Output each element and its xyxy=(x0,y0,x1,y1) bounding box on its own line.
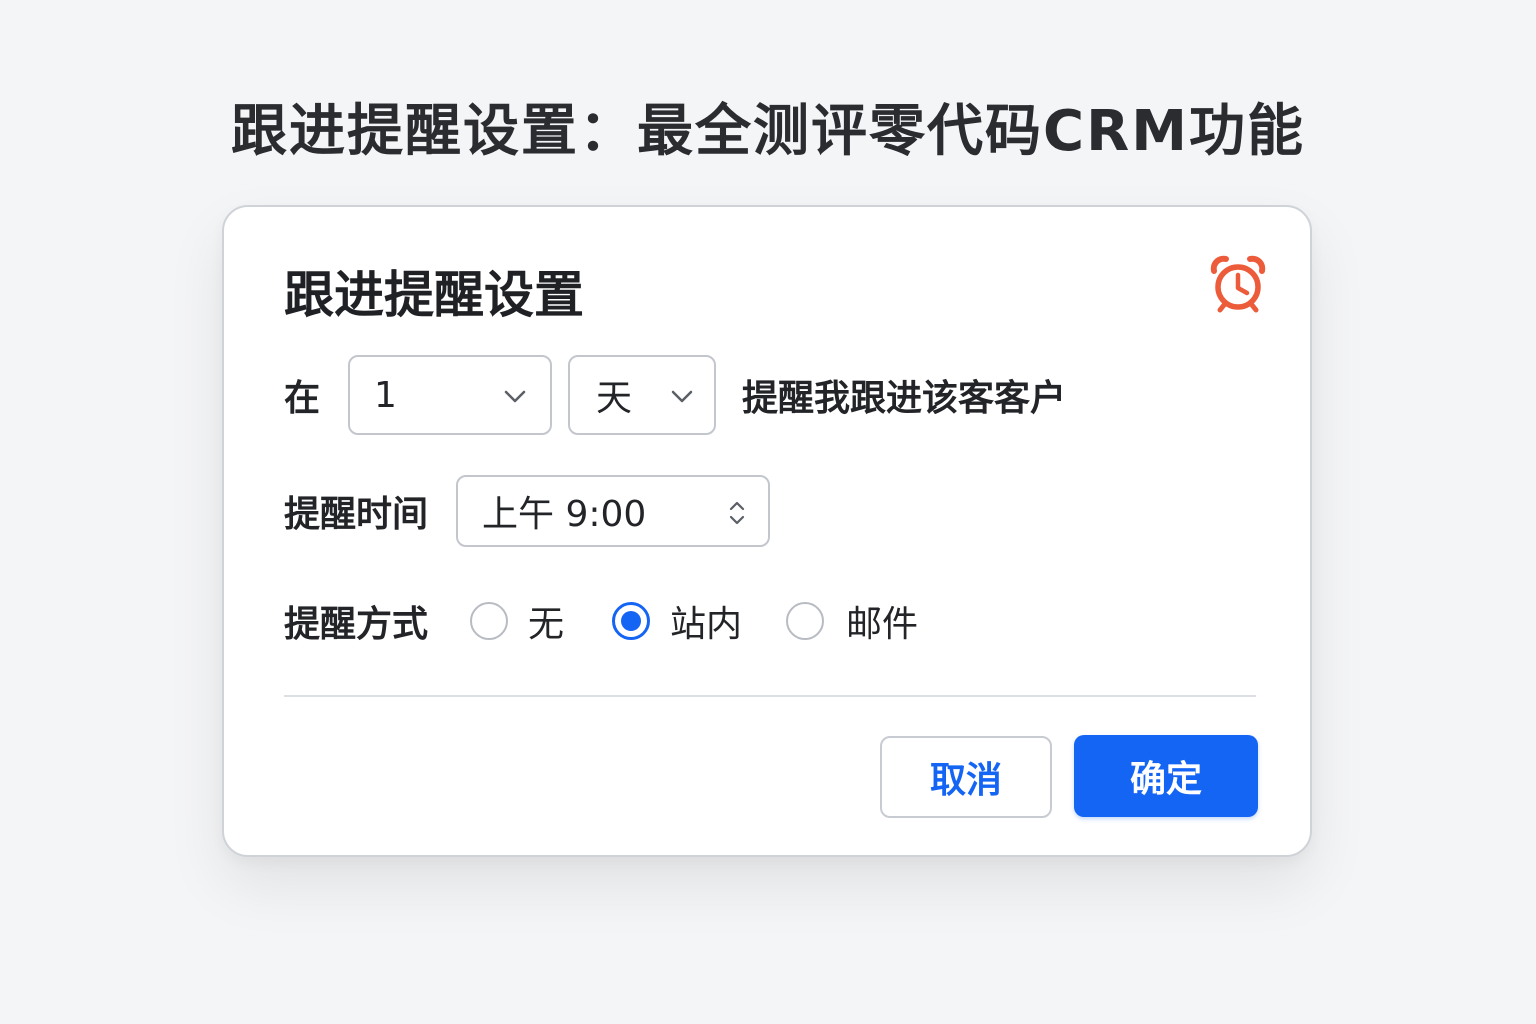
reminder-method-label: 提醒方式 xyxy=(284,604,429,645)
schedule-prefix: 在 xyxy=(284,378,321,419)
reminder-time-row: 提醒时间 上午 9:00 xyxy=(284,475,771,547)
radio-in-app[interactable] xyxy=(612,602,651,640)
stepper-arrows-icon[interactable] xyxy=(728,499,746,527)
radio-email-label[interactable]: 邮件 xyxy=(846,595,918,647)
radio-in-app-label[interactable]: 站内 xyxy=(670,595,742,647)
amount-select-value: 1 xyxy=(374,374,397,416)
alarm-clock-icon xyxy=(1210,255,1266,313)
radio-none-label[interactable]: 无 xyxy=(528,595,564,647)
reminder-method-row: 提醒方式 无 站内 邮件 xyxy=(284,595,918,647)
confirm-button[interactable]: 确定 xyxy=(1074,735,1258,817)
cancel-button[interactable]: 取消 xyxy=(880,736,1052,818)
reminder-time-value: 上午 9:00 xyxy=(482,494,647,535)
amount-select[interactable]: 1 xyxy=(348,355,553,435)
schedule-row: 在 1 天 提醒我跟进该客客户 xyxy=(284,355,1066,435)
chevron-down-icon xyxy=(504,390,526,403)
divider xyxy=(284,695,1256,697)
unit-select-value: 天 xyxy=(596,378,633,419)
reminder-time-input[interactable]: 上午 9:00 xyxy=(456,475,771,547)
chevron-down-icon xyxy=(671,390,693,403)
reminder-time-label: 提醒时间 xyxy=(284,494,429,535)
schedule-suffix: 提醒我跟进该客客户 xyxy=(742,378,1067,419)
unit-select[interactable]: 天 xyxy=(568,355,717,435)
reminder-settings-dialog: 跟进提醒设置 在 1 天 提醒我跟进该客客户 提醒时间 上午 9:00 提醒方式… xyxy=(222,205,1312,857)
dialog-title: 跟进提醒设置 xyxy=(284,266,584,324)
radio-email[interactable] xyxy=(786,602,825,640)
page-heading: 跟进提醒设置：最全测评零代码CRM功能 xyxy=(231,99,1305,164)
radio-none[interactable] xyxy=(470,602,509,640)
